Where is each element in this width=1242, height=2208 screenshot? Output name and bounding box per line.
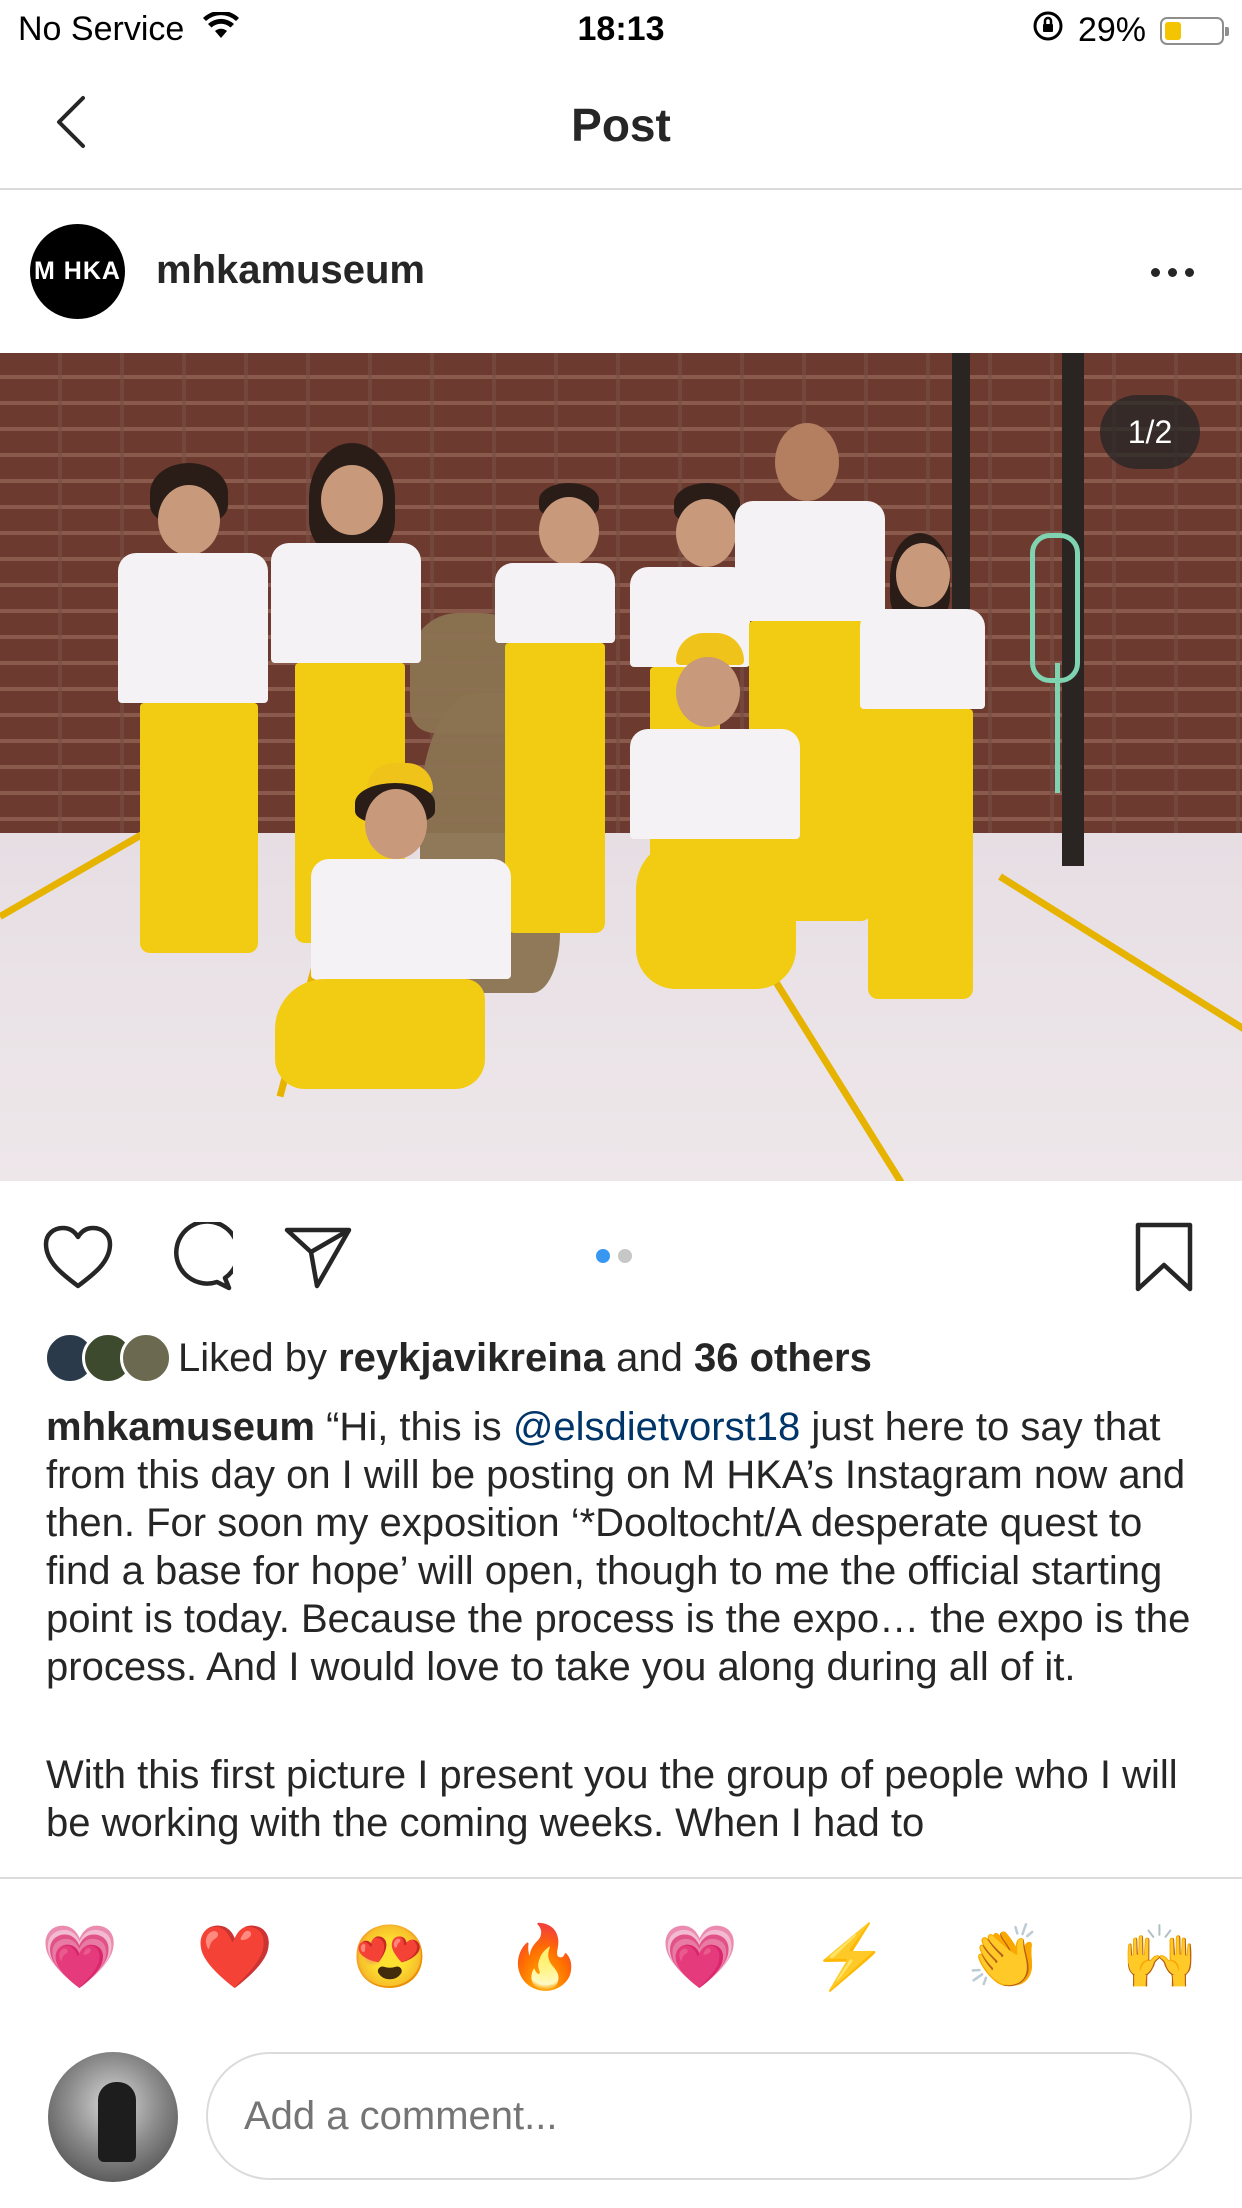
like-button[interactable] [40, 1219, 116, 1295]
quick-reactions: 💗 ❤️ 😍 🔥 💗 ⚡ 👏 🙌 [0, 1918, 1242, 1998]
caption-text-start: “Hi, this is [326, 1405, 502, 1449]
likes-connector: and [616, 1335, 683, 1380]
likes-summary[interactable]: Liked by reykjavikreina and 36 others [44, 1330, 872, 1386]
carousel-indicator [596, 1249, 632, 1263]
caption-mention[interactable]: @elsdietvorst18 [513, 1405, 800, 1449]
carousel-dot [596, 1249, 610, 1263]
reaction-lightning[interactable]: ⚡ [810, 1918, 890, 1998]
share-icon [284, 1227, 352, 1289]
reaction-sparkling-heart[interactable]: 💗 [660, 1918, 740, 1998]
reaction-clap[interactable]: 👏 [965, 1918, 1045, 1998]
account-username[interactable]: mhkamuseum [156, 248, 425, 293]
account-avatar[interactable]: M HKA [30, 224, 125, 319]
more-options-button[interactable] [1142, 252, 1202, 292]
image-counter: 1/2 [1100, 395, 1200, 469]
reaction-heart-eyes[interactable]: 😍 [350, 1918, 430, 1998]
reaction-raised-hands[interactable]: 🙌 [1120, 1918, 1200, 1998]
reaction-growing-heart[interactable]: 💗 [40, 1918, 120, 1998]
action-bar [0, 1181, 1242, 1326]
save-button[interactable] [1126, 1219, 1202, 1295]
post-header: M HKA mhkamuseum [0, 190, 1242, 353]
likes-others[interactable]: 36 others [694, 1336, 872, 1381]
battery-icon [1160, 16, 1229, 45]
carousel-dot [618, 1249, 632, 1263]
ellipsis-icon [1150, 267, 1160, 277]
likes-prefix: Liked by [178, 1335, 327, 1380]
nav-bar: Post [0, 62, 1242, 190]
page-title: Post [571, 99, 671, 151]
avatar-text: M HKA [34, 257, 121, 285]
reaction-red-heart[interactable]: ❤️ [195, 1918, 275, 1998]
battery-percent: 29% [1077, 11, 1146, 49]
caption-username[interactable]: mhkamuseum [46, 1405, 315, 1449]
rotation-lock-icon [1032, 10, 1064, 51]
comment-input[interactable] [206, 2052, 1192, 2180]
reaction-fire[interactable]: 🔥 [505, 1918, 585, 1998]
liker-username[interactable]: reykjavikreina [338, 1336, 605, 1381]
comment-icon [174, 1222, 233, 1291]
comment-bar [0, 2040, 1242, 2208]
post-image[interactable]: 1/2 [0, 353, 1242, 1181]
share-button[interactable] [280, 1219, 356, 1295]
liker-avatars [44, 1332, 172, 1384]
caption-paragraph-2: With this first picture I present you th… [46, 1753, 1178, 1845]
divider [0, 1877, 1242, 1879]
post-caption: mhkamuseum “Hi, this is @elsdietvorst18 … [46, 1403, 1206, 1877]
user-avatar [48, 2052, 178, 2182]
heart-icon [43, 1225, 113, 1289]
bookmark-icon [1135, 1222, 1193, 1292]
comment-button[interactable] [160, 1219, 236, 1295]
status-bar: No Service 18:13 29% [0, 0, 1242, 62]
battery-level [1165, 21, 1181, 40]
